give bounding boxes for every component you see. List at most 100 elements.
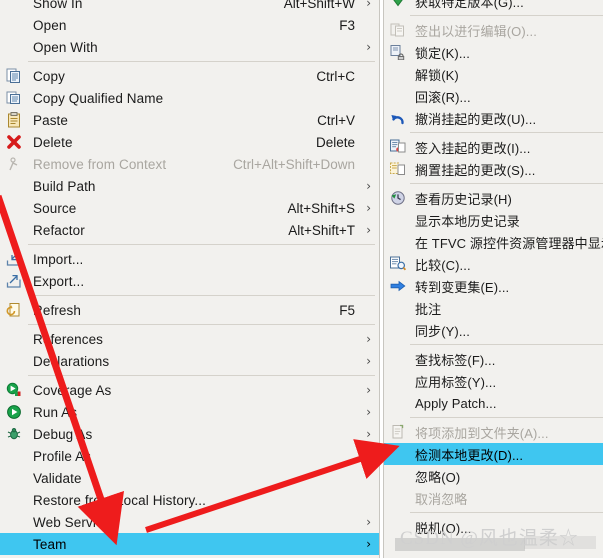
menu-item-debug-as[interactable]: Debug As › bbox=[0, 423, 379, 445]
menu-item-declarations[interactable]: Declarations › bbox=[0, 350, 379, 372]
menu-item-label: References bbox=[33, 331, 104, 347]
chevron-right-icon: › bbox=[366, 383, 371, 397]
menu-item-label: Run As bbox=[33, 404, 78, 420]
menu-item-copy-qualified-name[interactable]: Copy Qualified Name bbox=[0, 87, 379, 109]
menu-item-label: 解锁(K) bbox=[415, 67, 459, 83]
menu-item-检测本地更改-d[interactable]: 检测本地更改(D)... bbox=[384, 443, 603, 465]
menu-item-label: Source bbox=[33, 200, 77, 216]
coverage-icon bbox=[6, 382, 22, 398]
menu-item-paste[interactable]: Paste Ctrl+V bbox=[0, 109, 379, 131]
menu-item-label: Validate bbox=[33, 470, 82, 486]
menu-item-搁置挂起的更改-s[interactable]: 搁置挂起的更改(S)... bbox=[384, 158, 603, 180]
menu-item-copy[interactable]: Copy Ctrl+C bbox=[0, 65, 379, 87]
menu-item-label: Delete bbox=[33, 134, 73, 150]
debug-bug-icon bbox=[6, 426, 22, 442]
goto-arrow-icon-wrap bbox=[388, 277, 408, 295]
menu-item-转到变更集-e[interactable]: 转到变更集(E)... bbox=[384, 275, 603, 297]
menu-item-取消忽略: 取消忽略 bbox=[384, 487, 603, 509]
menu-item-签入挂起的更改-i[interactable]: 签入挂起的更改(I)... bbox=[384, 136, 603, 158]
remove-context-icon bbox=[6, 156, 22, 172]
menu-item-label: Remove from Context bbox=[33, 156, 167, 172]
menu-item-refresh[interactable]: Refresh F5 bbox=[0, 299, 379, 321]
menu-item-比较-c[interactable]: 比较(C)... bbox=[384, 253, 603, 275]
menu-item-label: 获取特定版本(G)... bbox=[415, 0, 524, 10]
chevron-right-icon: › bbox=[366, 537, 371, 551]
menu-item-references[interactable]: References › bbox=[0, 328, 379, 350]
menu-item-restore-from-local-history[interactable]: Restore from Local History... bbox=[0, 489, 379, 511]
menu-item-import[interactable]: Import... bbox=[0, 248, 379, 270]
menu-item-获取特定版本-g[interactable]: 获取特定版本(G)... bbox=[384, 0, 603, 12]
get-version-icon-wrap bbox=[388, 0, 408, 10]
menu-item-查找标签-f[interactable]: 查找标签(F)... bbox=[384, 348, 603, 370]
menu-item-coverage-as[interactable]: Coverage As › bbox=[0, 379, 379, 401]
menu-separator bbox=[28, 295, 375, 296]
menu-item-label: 签入挂起的更改(I)... bbox=[415, 140, 531, 156]
menu-item-export[interactable]: Export... bbox=[0, 270, 379, 292]
menu-item-build-path[interactable]: Build Path › bbox=[0, 175, 379, 197]
menu-item-label: Coverage As bbox=[33, 382, 112, 398]
menu-item-在-tfvc-源控件资源管理器中显示[interactable]: 在 TFVC 源控件资源管理器中显示 bbox=[384, 231, 603, 253]
menu-separator bbox=[410, 15, 603, 16]
undo-arrow-icon-wrap bbox=[388, 109, 408, 127]
menu-item-解锁-k[interactable]: 解锁(K) bbox=[384, 63, 603, 85]
checkin-icon bbox=[390, 139, 406, 155]
delete-x-icon-wrap bbox=[4, 133, 24, 151]
menu-item-validate[interactable]: Validate bbox=[0, 467, 379, 489]
menu-item-open-with[interactable]: Open With › bbox=[0, 36, 379, 58]
menu-item-应用标签-y[interactable]: 应用标签(Y)... bbox=[384, 370, 603, 392]
menu-item-accelerator: Ctrl+Alt+Shift+Down bbox=[233, 156, 355, 172]
menu-item-label: Restore from Local History... bbox=[33, 492, 206, 508]
team-tfvc-submenu[interactable]: 获取特定版本(G)... 签出以进行编辑(O)... 锁定(K)... 解锁(K) 回滚… bbox=[383, 0, 603, 558]
menu-item-同步-y[interactable]: 同步(Y)... bbox=[384, 319, 603, 341]
copy-icon bbox=[6, 68, 22, 84]
menu-item-label: Copy bbox=[33, 68, 65, 84]
menu-item-label: Apply Patch... bbox=[415, 395, 497, 411]
menu-item-label: Web Services bbox=[33, 514, 118, 530]
lock-icon bbox=[390, 44, 406, 60]
menu-item-profile-as[interactable]: Profile As › bbox=[0, 445, 379, 467]
menu-item-web-services[interactable]: Web Services › bbox=[0, 511, 379, 533]
paste-icon bbox=[6, 112, 22, 128]
menu-item-查看历史记录-h[interactable]: 查看历史记录(H) bbox=[384, 187, 603, 209]
lock-icon-wrap bbox=[388, 43, 408, 61]
menu-item-label: Team bbox=[33, 536, 67, 552]
chevron-right-icon: › bbox=[366, 449, 371, 463]
menu-item-锁定-k[interactable]: 锁定(K)... bbox=[384, 41, 603, 63]
menu-item-apply-patch[interactable]: Apply Patch... bbox=[384, 392, 603, 414]
menu-item-label: 查看历史记录(H) bbox=[415, 191, 512, 207]
copy-qualified-icon bbox=[6, 90, 22, 106]
menu-separator bbox=[28, 61, 375, 62]
menu-item-label: 显示本地历史记录 bbox=[415, 213, 520, 229]
menu-item-label: Copy Qualified Name bbox=[33, 90, 164, 106]
history-clock-icon-wrap bbox=[388, 189, 408, 207]
debug-bug-icon-wrap bbox=[4, 425, 24, 443]
menu-item-show-in[interactable]: Show In Alt+Shift+W › bbox=[0, 0, 379, 14]
menu-item-忽略-o[interactable]: 忽略(O) bbox=[384, 465, 603, 487]
menu-item-撤消挂起的更改-u[interactable]: 撤消挂起的更改(U)... bbox=[384, 107, 603, 129]
menu-item-label: Profile As bbox=[33, 448, 92, 464]
menu-item-回滚-r[interactable]: 回滚(R)... bbox=[384, 85, 603, 107]
menu-item-source[interactable]: Source Alt+Shift+S › bbox=[0, 197, 379, 219]
menu-item-label: Debug As bbox=[33, 426, 93, 442]
menu-item-label: 忽略(O) bbox=[415, 469, 461, 485]
export-icon-wrap bbox=[4, 272, 24, 290]
copy-icon-wrap bbox=[4, 67, 24, 85]
menu-item-批注[interactable]: 批注 bbox=[384, 297, 603, 319]
menu-item-run-as[interactable]: Run As › bbox=[0, 401, 379, 423]
chevron-right-icon: › bbox=[366, 0, 371, 10]
goto-arrow-icon bbox=[390, 278, 406, 294]
menu-item-label: Declarations bbox=[33, 353, 110, 369]
menu-item-显示本地历史记录[interactable]: 显示本地历史记录 bbox=[384, 209, 603, 231]
menu-item-refactor[interactable]: Refactor Alt+Shift+T › bbox=[0, 219, 379, 241]
import-icon-wrap bbox=[4, 250, 24, 268]
eclipse-project-context-menu[interactable]: Show In Alt+Shift+W › Open F3 Open With › Copy C… bbox=[0, 0, 380, 558]
chevron-right-icon: › bbox=[366, 405, 371, 419]
menu-item-delete[interactable]: Delete Delete bbox=[0, 131, 379, 153]
menu-item-accelerator: F5 bbox=[339, 302, 355, 318]
menu-separator bbox=[410, 132, 603, 133]
menu-item-label: Paste bbox=[33, 112, 69, 128]
menu-item-签出以进行编辑-o: 签出以进行编辑(O)... bbox=[384, 19, 603, 41]
menu-item-open[interactable]: Open F3 bbox=[0, 14, 379, 36]
compare-icon-wrap bbox=[388, 255, 408, 273]
menu-item-team[interactable]: Team › bbox=[0, 533, 379, 555]
